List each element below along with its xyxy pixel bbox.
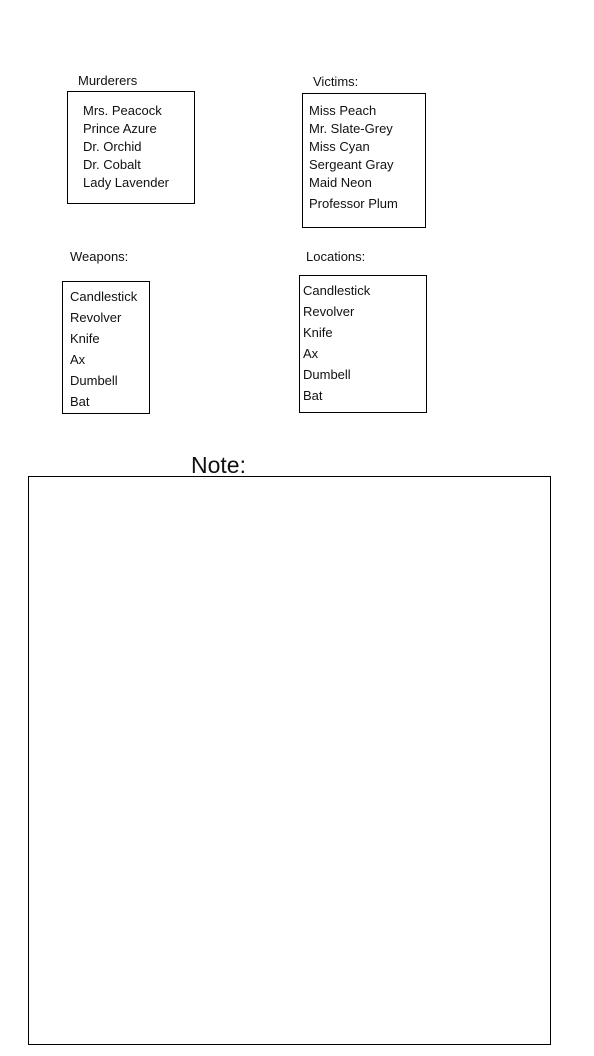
victims-heading: Victims: — [313, 74, 359, 89]
weapon-item: Knife — [70, 331, 100, 346]
location-item: Knife — [303, 325, 333, 340]
locations-list-box: Candlestick Revolver Knife Ax Dumbell Ba… — [299, 275, 427, 413]
note-area[interactable] — [28, 476, 551, 1045]
weapon-item: Ax — [70, 352, 86, 367]
weapons-list-box: Candlestick Revolver Knife Ax Dumbell Ba… — [62, 281, 150, 414]
victim-item: Professor Plum — [309, 196, 398, 211]
weapon-item: Bat — [70, 394, 90, 409]
location-item: Bat — [303, 388, 323, 403]
murderers-list: Mrs. Peacock Prince Azure Dr. Orchid Dr.… — [83, 102, 194, 192]
location-item: Ax — [303, 346, 319, 361]
location-item: Candlestick — [303, 283, 371, 298]
victim-item: Mr. Slate-Grey — [309, 121, 393, 136]
murderer-item: Prince Azure — [83, 121, 157, 136]
victims-list: Miss Peach Mr. Slate-Grey Miss Cyan Serg… — [309, 102, 425, 213]
locations-list: Candlestick Revolver Knife Ax Dumbell Ba… — [303, 280, 426, 406]
victim-item: Miss Cyan — [309, 139, 370, 154]
victim-item: Sergeant Gray — [309, 157, 394, 172]
murderers-heading: Murderers — [78, 73, 138, 88]
murderer-item: Dr. Orchid — [83, 139, 142, 154]
murderer-item: Mrs. Peacock — [83, 103, 162, 118]
weapons-list: Candlestick Revolver Knife Ax Dumbell Ba… — [70, 286, 149, 412]
weapons-heading: Weapons: — [70, 249, 129, 264]
murderer-item: Dr. Cobalt — [83, 157, 141, 172]
victims-list-box: Miss Peach Mr. Slate-Grey Miss Cyan Serg… — [302, 93, 426, 228]
murderer-item: Lady Lavender — [83, 175, 170, 190]
victim-item: Maid Neon — [309, 175, 372, 190]
murderers-list-box: Mrs. Peacock Prince Azure Dr. Orchid Dr.… — [67, 91, 195, 204]
weapon-item: Candlestick — [70, 289, 138, 304]
locations-heading: Locations: — [306, 249, 366, 264]
location-item: Revolver — [303, 304, 355, 319]
weapon-item: Revolver — [70, 310, 122, 325]
location-item: Dumbell — [303, 367, 351, 382]
note-heading: Note: — [191, 452, 246, 478]
victim-item: Miss Peach — [309, 103, 377, 118]
weapon-item: Dumbell — [70, 373, 118, 388]
